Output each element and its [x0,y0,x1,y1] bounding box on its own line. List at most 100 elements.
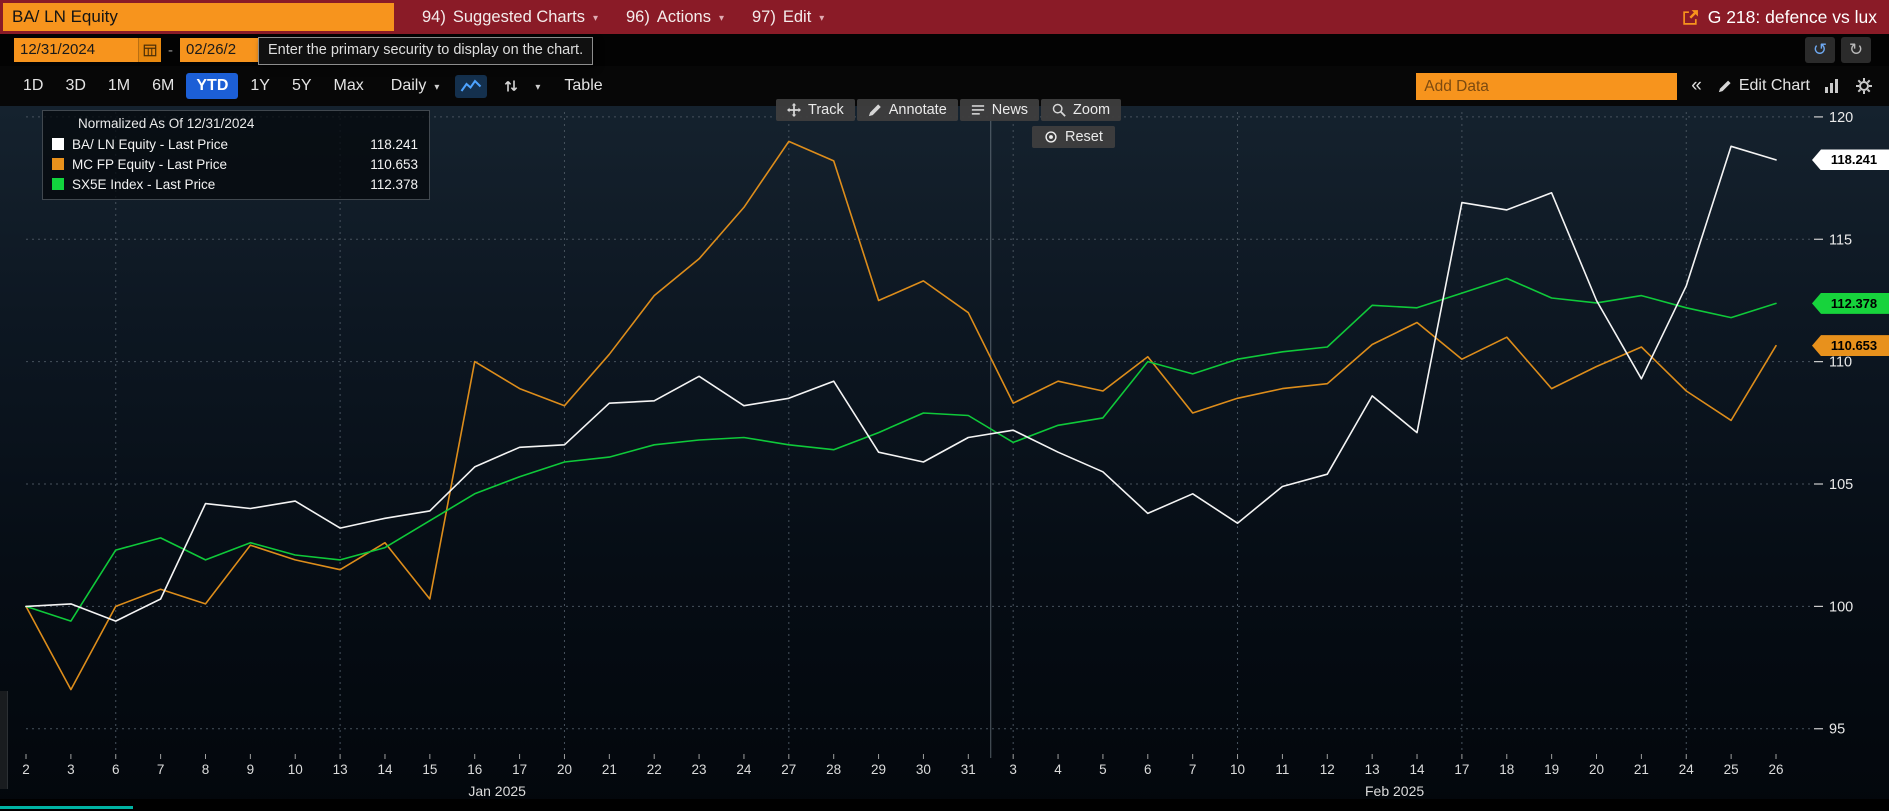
x-axis-label: 8 [202,762,210,777]
series-line-ba[interactable] [25,145,1777,622]
calendar-icon[interactable] [138,38,161,62]
edit-chart-button[interactable]: Edit Chart [1718,77,1810,95]
panel-edge-sliver [0,691,8,789]
y-axis-label: 110 [1829,355,1852,371]
annotate-pencil-icon [868,104,881,117]
window-title-area: G 218: defence vs lux [1682,7,1889,28]
menu-label: Edit [782,7,812,26]
reset-target-icon [1045,131,1057,143]
bloomberg-chart-window: BA/ LN Equity 94) Suggested Charts ▾ 96)… [0,0,1889,811]
x-axis-label: 28 [826,762,841,777]
period-1m[interactable]: 1M [98,73,140,99]
chart-type-caret-button[interactable]: ▾ [535,80,540,93]
date-range-separator: - [168,41,173,59]
y-axis-label: 95 [1829,722,1845,738]
period-6m[interactable]: 6M [142,73,184,99]
settings-gear-button[interactable] [1855,77,1889,95]
redo-button[interactable]: ↻ [1841,37,1871,63]
period-5y[interactable]: 5Y [282,73,322,99]
add-data-input[interactable]: Add Data [1416,72,1678,100]
bottom-strip [0,799,1889,811]
x-axis-label: 6 [112,762,120,777]
date-range-row: 12/31/2024 - 02/26/2 Enter the primary s… [0,34,1889,66]
frequency-label: Daily [390,77,427,94]
x-axis-label: 10 [1230,762,1245,777]
teal-divider [0,806,133,809]
undo-icon: ↺ [1812,40,1828,59]
period-max[interactable]: Max [324,73,374,99]
period-ytd[interactable]: YTD [186,73,239,99]
x-axis-label: 27 [781,762,796,777]
compare-sort-button[interactable] [503,78,519,94]
y-axis-label: 120 [1829,110,1853,126]
legend-item[interactable]: MC FP Equity - Last Price 110.653 [52,154,420,174]
legend-label: BA/ LN Equity - Last Price [72,136,229,152]
menu-suggested-charts[interactable]: 94) Suggested Charts ▾ [422,8,598,27]
x-axis-label: 25 [1724,762,1739,777]
legend-value: 112.378 [370,176,418,192]
period-1y[interactable]: 1Y [240,73,280,99]
gear-icon [1856,78,1872,94]
zoom-button[interactable]: Zoom [1041,99,1122,121]
chevron-down-icon: ▾ [718,12,724,24]
line-chart-type-button[interactable] [455,74,488,98]
collapse-panel-button[interactable]: « [1691,75,1702,97]
x-axis-label: 30 [916,762,931,777]
series-line-sx5e[interactable] [25,277,1777,622]
chart-plot[interactable]: 951001051101151202 3 6 7 8 9 10 13 14 15 16 17 20 21 2… [0,106,1889,811]
month-label: Jan 2025 [468,783,526,799]
legend-item[interactable]: BA/ LN Equity - Last Price 118.241 [52,134,420,154]
pop-out-icon[interactable] [1682,9,1699,26]
x-axis-label: 18 [1499,762,1514,777]
period-3d[interactable]: 3D [55,73,95,99]
undo-button[interactable]: ↺ [1805,37,1835,63]
annotate-button[interactable]: Annotate [856,99,958,121]
x-axis-label: 3 [67,762,75,777]
security-field-tooltip: Enter the primary security to display on… [258,37,594,65]
sort-arrows-icon [505,80,518,92]
date-from-input[interactable]: 12/31/2024 [14,38,138,62]
x-axis-label: 2 [22,762,30,777]
x-axis-label: 21 [602,762,617,777]
modify-chart-button[interactable] [1824,78,1841,94]
x-axis-label: 16 [467,762,482,777]
track-button[interactable]: Track [776,99,855,121]
x-axis-label: 5 [1099,762,1107,777]
period-buttons: 1D 3D 1M 6M YTD 1Y 5Y Max [12,73,375,99]
menu-label: Suggested Charts [452,7,585,26]
zoom-label: Zoom [1073,102,1111,118]
x-axis-label: 26 [1768,762,1783,777]
security-input[interactable]: BA/ LN Equity [3,3,394,31]
x-axis-label: 17 [1454,762,1469,777]
last-price-badge: 110.653 [1812,335,1889,357]
legend-item[interactable]: SX5E Index - Last Price 112.378 [52,174,420,194]
y-axis-label: 105 [1829,477,1853,493]
x-axis-label: 24 [736,762,752,777]
legend-swatch-icon [52,138,64,150]
menu-edit[interactable]: 97) Edit ▾ [752,8,824,27]
series-line-mc[interactable] [25,140,1777,691]
news-button[interactable]: News [959,99,1040,121]
x-axis-label: 10 [288,762,303,777]
menu-actions[interactable]: 96) Actions ▾ [626,8,724,27]
reset-button[interactable]: Reset [1032,126,1115,148]
window-title: G 218: defence vs lux [1707,6,1877,27]
title-bar: BA/ LN Equity 94) Suggested Charts ▾ 96)… [0,0,1889,34]
legend-value: 110.653 [370,156,418,172]
x-axis-label: 20 [1589,762,1604,777]
menu-number: 97) [751,7,776,26]
news-icon [971,105,984,115]
x-axis-label: 24 [1679,762,1695,777]
period-1d[interactable]: 1D [13,73,53,99]
magnifier-icon [1052,103,1066,117]
x-axis-label: 3 [1009,762,1017,777]
table-button[interactable]: Table [564,77,602,95]
x-axis-label: 23 [692,762,707,777]
y-axis-label: 100 [1829,599,1853,615]
redo-icon: ↻ [1848,40,1864,59]
month-label: Feb 2025 [1365,783,1424,799]
legend-label: SX5E Index - Last Price [72,176,216,192]
legend-swatch-icon [52,158,64,170]
x-axis-label: 15 [422,762,437,777]
frequency-dropdown[interactable]: Daily ▾ [391,77,440,95]
